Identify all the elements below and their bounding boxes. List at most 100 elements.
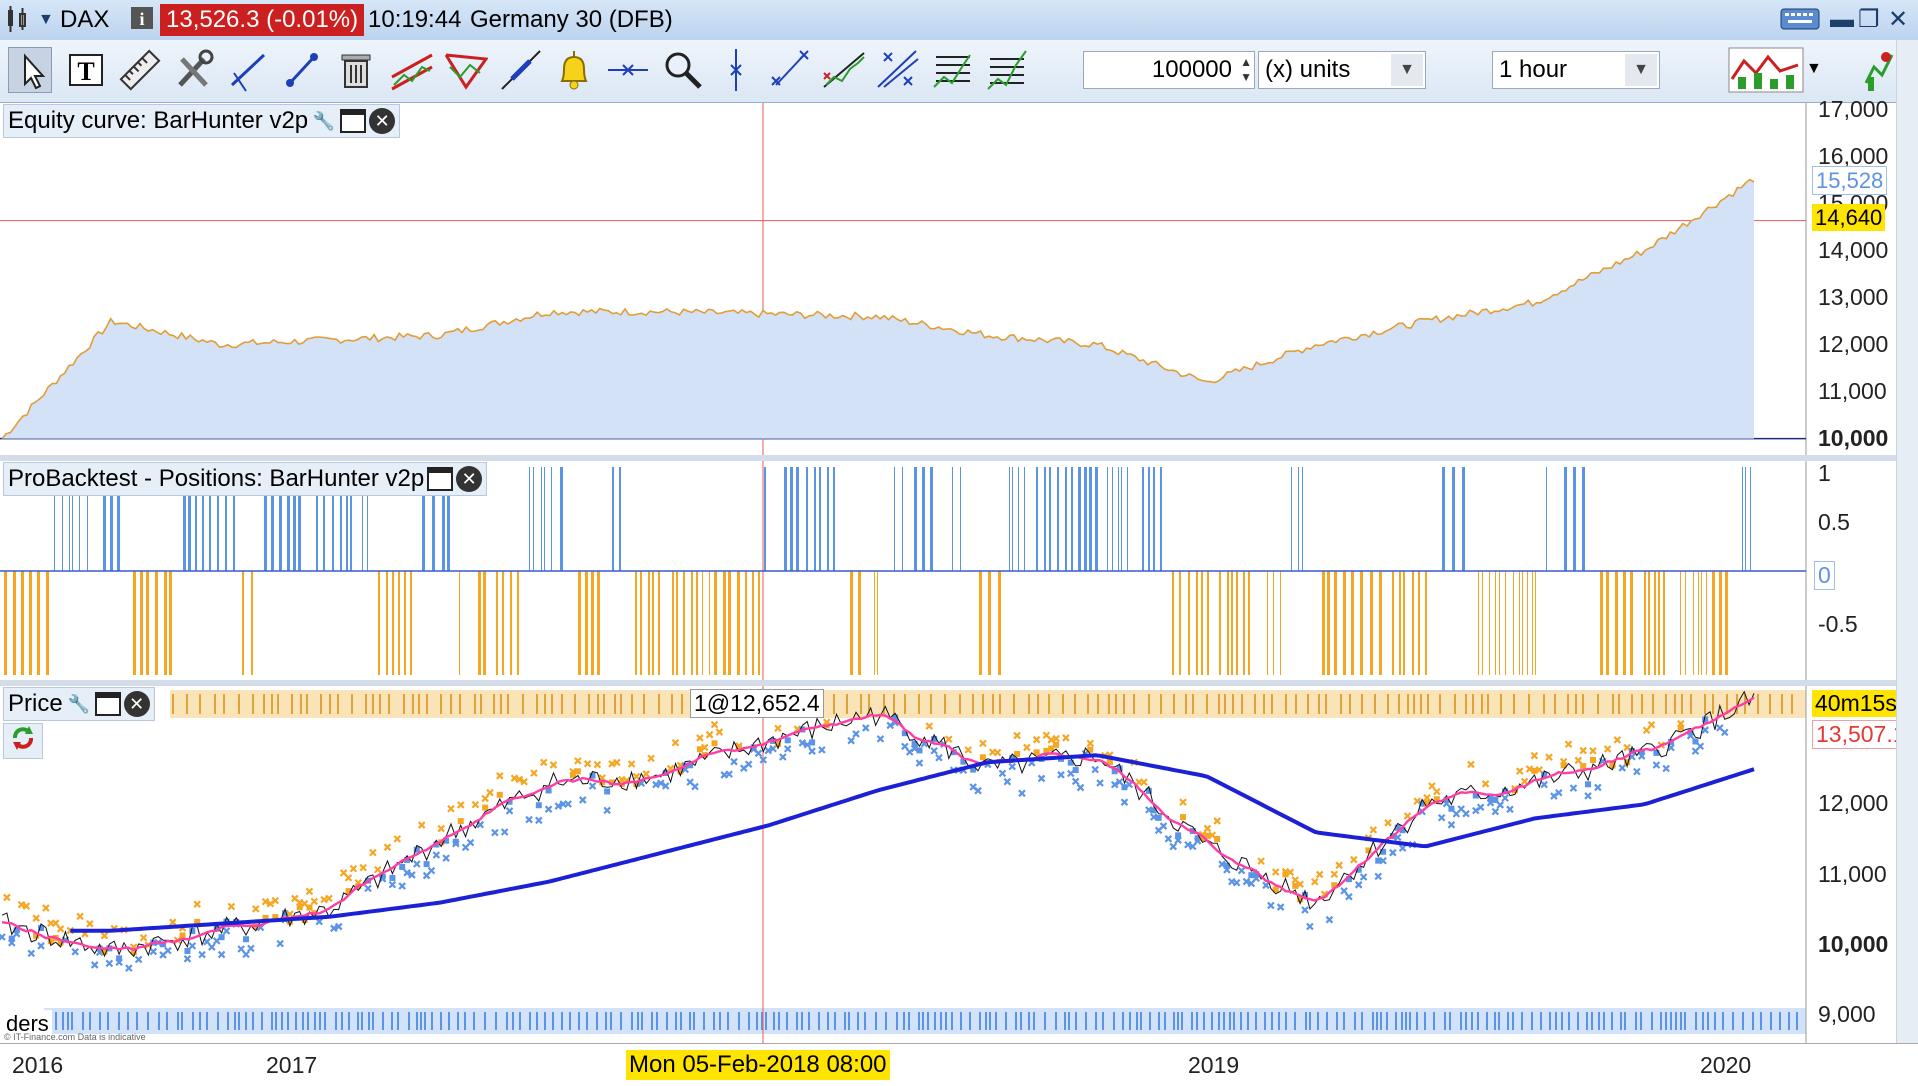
- short-signal-marker: [56, 925, 65, 933]
- gann-icon[interactable]: [876, 47, 920, 93]
- fibonacci-fan-icon[interactable]: [822, 47, 866, 93]
- vertical-line-icon[interactable]: [714, 47, 758, 93]
- short-position-bar: [850, 571, 853, 675]
- channel-icon[interactable]: [390, 47, 434, 93]
- long-position-bar: [1452, 467, 1455, 571]
- order-marker-bottom: [1531, 1012, 1533, 1030]
- chevron-down-icon: ▼: [1625, 54, 1657, 86]
- positions-y-tick: 0: [1814, 561, 1835, 590]
- zoom-icon[interactable]: [660, 47, 704, 93]
- text-tool-icon[interactable]: T: [64, 47, 108, 93]
- wrench-icon[interactable]: 🔧: [311, 108, 337, 134]
- candles-icon[interactable]: [4, 4, 34, 43]
- order-marker-bottom: [703, 1012, 705, 1030]
- long-position-bar: [1065, 467, 1067, 571]
- order-marker-bottom: [641, 1012, 643, 1030]
- order-marker-top: [544, 694, 546, 714]
- order-marker-bottom: [908, 1012, 910, 1030]
- vertical-scrollbar[interactable]: [1896, 40, 1918, 1043]
- fibonacci-extension-icon[interactable]: [984, 47, 1028, 93]
- positions-pane: ProBacktest - Positions: BarHunter v2p ✕…: [0, 460, 1918, 680]
- wrench-icon[interactable]: 🔧: [66, 691, 92, 717]
- equity-chart[interactable]: [0, 103, 1918, 455]
- order-marker-bottom: [778, 1012, 780, 1030]
- short-position-bar: [1654, 571, 1656, 675]
- alert-bell-icon[interactable]: [552, 47, 596, 93]
- order-marker-top: [1554, 694, 1556, 714]
- order-marker-bottom: [1424, 1012, 1426, 1030]
- short-signal-marker: [1213, 817, 1221, 825]
- refresh-icon[interactable]: [3, 723, 43, 759]
- short-signal-marker: [344, 874, 353, 882]
- short-signal-marker: [100, 931, 109, 940]
- crosshair-date: Mon 05-Feb-2018 08:00: [626, 1050, 890, 1080]
- short-signal-marker: [51, 919, 60, 927]
- quantity-spinner-icon[interactable]: ▲ ▼: [1240, 55, 1252, 85]
- indicators-icon[interactable]: [1728, 47, 1804, 93]
- segment-icon[interactable]: [280, 47, 324, 93]
- order-marker-bottom: [1635, 1012, 1637, 1030]
- order-marker-bottom: [408, 1012, 410, 1030]
- short-signal-marker: [774, 724, 782, 733]
- quantity-input[interactable]: 100000 ▲ ▼: [1083, 51, 1255, 89]
- order-marker-top: [1062, 694, 1064, 714]
- short-signal-marker: [481, 794, 489, 803]
- short-position-bar: [459, 571, 460, 675]
- ruler-icon[interactable]: [118, 47, 162, 93]
- minimize-icon[interactable]: ▬: [1830, 6, 1854, 34]
- long-position-bar: [1564, 467, 1567, 571]
- keyboard-icon[interactable]: [1780, 6, 1820, 39]
- ray-line-icon[interactable]: [498, 47, 542, 93]
- pointer-tool-icon[interactable]: [8, 47, 52, 93]
- long-position-bar: [551, 467, 552, 571]
- long-position-bar: [1071, 467, 1073, 571]
- short-position-bar: [1522, 571, 1523, 675]
- orders-tag[interactable]: 1@12,652.4: [690, 689, 824, 718]
- close-icon[interactable]: ✕: [123, 691, 150, 717]
- info-icon[interactable]: i: [130, 4, 154, 39]
- window-icon[interactable]: [340, 109, 367, 133]
- units-dropdown[interactable]: (x) units ▼: [1258, 51, 1426, 89]
- order-marker-top: [1575, 694, 1577, 714]
- short-signal-marker: [383, 843, 392, 851]
- order-marker-top: [893, 694, 895, 714]
- order-marker-bottom: [1444, 1012, 1446, 1030]
- long-signal-marker: [1540, 780, 1548, 789]
- window-icon[interactable]: [427, 467, 454, 491]
- trend-line-icon[interactable]: [226, 47, 270, 93]
- order-marker-top: [300, 694, 302, 714]
- delete-icon[interactable]: [334, 47, 378, 93]
- horizontal-line-icon[interactable]: [606, 47, 650, 93]
- restore-icon[interactable]: ❐: [1858, 6, 1880, 34]
- order-marker-top: [252, 694, 254, 714]
- instrument-name[interactable]: DAX: [60, 4, 109, 36]
- close-icon[interactable]: ✕: [456, 466, 483, 492]
- order-marker-bottom: [177, 1012, 179, 1030]
- long-signal-marker: [1555, 788, 1563, 797]
- price-chart[interactable]: [0, 686, 1918, 1043]
- window-icon[interactable]: [94, 692, 121, 716]
- tools-icon[interactable]: [172, 47, 216, 93]
- trade-marker: [452, 838, 459, 845]
- order-marker-bottom: [217, 1012, 219, 1030]
- long-signal-marker: [466, 838, 475, 847]
- order-marker-top: [1285, 694, 1287, 714]
- long-signal-marker: [1267, 901, 1275, 910]
- short-signal-marker: [139, 933, 148, 942]
- order-marker-top: [1567, 694, 1569, 714]
- short-signal-marker: [349, 864, 358, 873]
- triangle-pattern-icon[interactable]: [444, 47, 489, 93]
- timeframe-dropdown[interactable]: 1 hour ▼: [1492, 51, 1660, 89]
- order-marker-bottom: [773, 1012, 775, 1030]
- close-icon[interactable]: ✕: [369, 108, 396, 134]
- instrument-dropdown-icon[interactable]: ▼: [38, 4, 54, 36]
- order-marker-bottom: [960, 1012, 962, 1030]
- order-marker-bottom: [1278, 1012, 1280, 1030]
- indicators-dropdown-icon[interactable]: ▼: [1806, 60, 1822, 78]
- long-position-bar: [1546, 467, 1547, 571]
- short-position-bar: [1172, 571, 1174, 675]
- line-segment-icon[interactable]: [768, 47, 812, 93]
- close-window-icon[interactable]: ✕: [1888, 6, 1908, 34]
- fibonacci-retracement-icon[interactable]: [930, 47, 974, 93]
- add-indicator-icon[interactable]: [1864, 47, 1894, 93]
